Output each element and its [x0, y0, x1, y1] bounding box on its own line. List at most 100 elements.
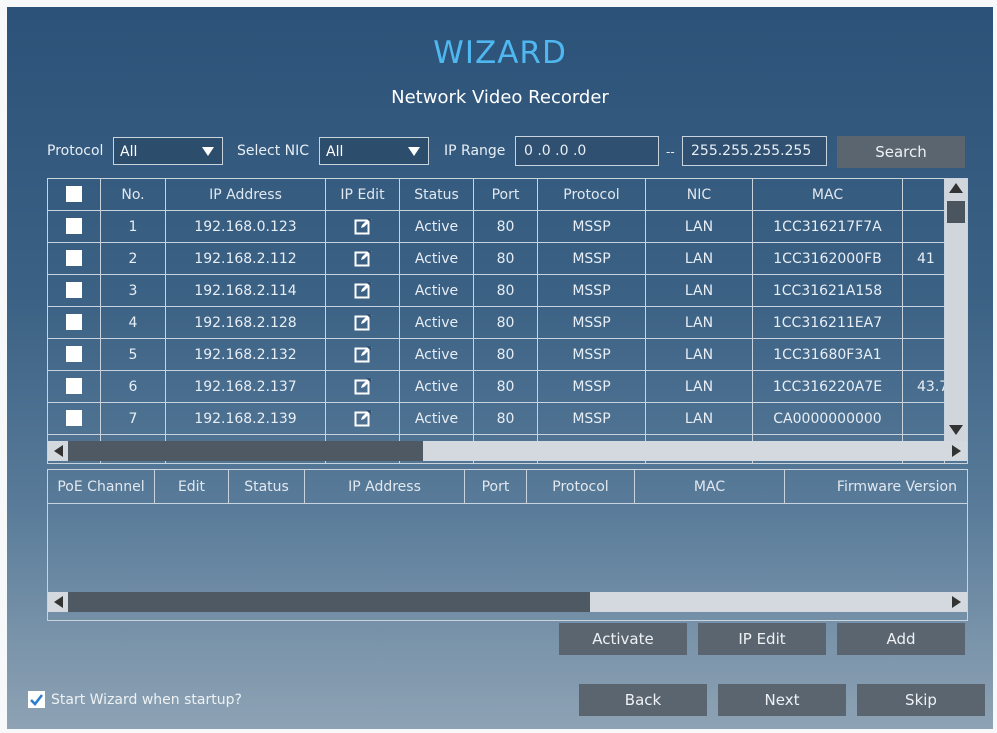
back-button[interactable]: Back [579, 684, 707, 716]
horizontal-scrollbar[interactable] [48, 441, 967, 461]
select-all-cell[interactable] [48, 179, 101, 211]
scroll-up-icon[interactable] [949, 183, 963, 193]
column-header[interactable]: PoE Channel [48, 470, 155, 504]
row-select-cell[interactable] [48, 371, 101, 403]
row-select-cell[interactable] [48, 243, 101, 275]
row-checkbox[interactable] [66, 282, 82, 298]
chevron-down-icon [408, 147, 420, 156]
column-header[interactable]: Status [400, 179, 474, 211]
skip-button[interactable]: Skip [857, 684, 985, 716]
protocol-select[interactable]: All [113, 137, 223, 165]
cell-status: Active [400, 403, 474, 435]
column-header[interactable]: Port [465, 470, 527, 504]
cell-status: Active [400, 211, 474, 243]
ip-edit-cell[interactable] [326, 339, 400, 371]
ip-edit-cell[interactable] [326, 307, 400, 339]
column-header[interactable]: Status [229, 470, 305, 504]
table-row[interactable]: 2 192.168.2.112 Active 80 MSSP LAN 1CC3162000F… [48, 243, 945, 275]
add-button[interactable]: Add [837, 623, 965, 655]
cell-extra [903, 339, 945, 371]
row-select-cell[interactable] [48, 403, 101, 435]
column-header[interactable]: MAC [753, 179, 903, 211]
column-header[interactable]: Firmware Version [785, 470, 967, 504]
ip-range-label: IP Range [444, 143, 506, 159]
table-row[interactable]: 1 192.168.0.123 Active 80 MSSP LAN 1CC316217F7… [48, 211, 945, 243]
ip-edit-cell[interactable] [326, 403, 400, 435]
table-row[interactable]: 5 192.168.2.132 Active 80 MSSP LAN 1CC31680F3A… [48, 339, 945, 371]
row-checkbox[interactable] [66, 250, 82, 266]
cell-no: 7 [101, 403, 166, 435]
cell-ip: 192.168.2.132 [166, 339, 326, 371]
cell-port: 80 [474, 275, 538, 307]
ip-edit-button[interactable]: IP Edit [698, 623, 826, 655]
scroll-right-icon[interactable] [952, 445, 961, 457]
cell-status: Active [400, 339, 474, 371]
table-row[interactable]: 7 192.168.2.139 Active 80 MSSP LAN CA000000000… [48, 403, 945, 435]
column-header[interactable]: No. [101, 179, 166, 211]
ip-edit-cell[interactable] [326, 275, 400, 307]
row-checkbox[interactable] [66, 378, 82, 394]
cell-ip: 192.168.2.112 [166, 243, 326, 275]
row-checkbox[interactable] [66, 314, 82, 330]
cell-mac: 1CC316211EA7 [753, 307, 903, 339]
ip-range-start-input[interactable]: 0 .0 .0 .0 [515, 136, 659, 166]
scrollbar-thumb[interactable] [947, 201, 965, 223]
column-header[interactable]: NIC [646, 179, 753, 211]
edit-icon[interactable] [354, 345, 372, 363]
column-header[interactable]: Edit [155, 470, 229, 504]
ip-range-end-input[interactable]: 255.255.255.255 [682, 136, 827, 166]
select-all-checkbox[interactable] [66, 186, 82, 202]
ip-edit-cell[interactable] [326, 211, 400, 243]
cell-protocol: MSSP [538, 275, 646, 307]
row-select-cell[interactable] [48, 275, 101, 307]
column-header[interactable]: Protocol [527, 470, 635, 504]
scroll-left-icon[interactable] [54, 596, 63, 608]
edit-icon[interactable] [354, 249, 372, 267]
column-header[interactable]: Protocol [538, 179, 646, 211]
poe-header-row: PoE Channel Edit Status IP Address Port Proto… [48, 470, 967, 504]
nic-select[interactable]: All [319, 137, 429, 165]
row-select-cell[interactable] [48, 211, 101, 243]
column-header[interactable]: MAC [635, 470, 785, 504]
ip-edit-cell[interactable] [326, 243, 400, 275]
scroll-right-icon[interactable] [952, 596, 961, 608]
row-checkbox[interactable] [66, 346, 82, 362]
column-header[interactable]: IP Address [166, 179, 326, 211]
column-header[interactable]: IP Address [305, 470, 465, 504]
table-row[interactable]: 4 192.168.2.128 Active 80 MSSP LAN 1CC316211EA… [48, 307, 945, 339]
column-header[interactable]: IP Edit [326, 179, 400, 211]
scrollbar-thumb[interactable] [68, 592, 590, 612]
edit-icon[interactable] [354, 281, 372, 299]
vertical-scrollbar[interactable] [945, 179, 967, 441]
edit-icon[interactable] [354, 217, 372, 235]
scroll-down-icon[interactable] [949, 425, 963, 435]
cell-status: Active [400, 371, 474, 403]
row-select-cell[interactable] [48, 339, 101, 371]
cell-port: 80 [474, 243, 538, 275]
edit-icon[interactable] [354, 377, 372, 395]
poe-horizontal-scrollbar[interactable] [48, 592, 967, 612]
cell-protocol: MSSP [538, 211, 646, 243]
column-header[interactable]: Port [474, 179, 538, 211]
scrollbar-thumb[interactable] [68, 441, 423, 461]
cell-nic: LAN [646, 243, 753, 275]
startup-checkbox[interactable] [28, 691, 45, 708]
activate-button[interactable]: Activate [559, 623, 687, 655]
cell-mac: 1CC316217F7A [753, 211, 903, 243]
cell-ip: 192.168.2.139 [166, 403, 326, 435]
cell-nic: LAN [646, 307, 753, 339]
row-checkbox[interactable] [66, 410, 82, 426]
edit-icon[interactable] [354, 313, 372, 331]
next-button[interactable]: Next [718, 684, 846, 716]
scroll-left-icon[interactable] [54, 445, 63, 457]
row-checkbox[interactable] [66, 218, 82, 234]
page-subtitle: Network Video Recorder [391, 87, 609, 108]
row-select-cell[interactable] [48, 307, 101, 339]
ip-edit-cell[interactable] [326, 371, 400, 403]
table-row[interactable]: 6 192.168.2.137 Active 80 MSSP LAN 1CC316220A7… [48, 371, 945, 403]
cell-protocol: MSSP [538, 243, 646, 275]
edit-icon[interactable] [354, 409, 372, 427]
search-button[interactable]: Search [837, 136, 965, 168]
table-row[interactable]: 3 192.168.2.114 Active 80 MSSP LAN 1CC31621A15… [48, 275, 945, 307]
cell-ip: 192.168.2.114 [166, 275, 326, 307]
